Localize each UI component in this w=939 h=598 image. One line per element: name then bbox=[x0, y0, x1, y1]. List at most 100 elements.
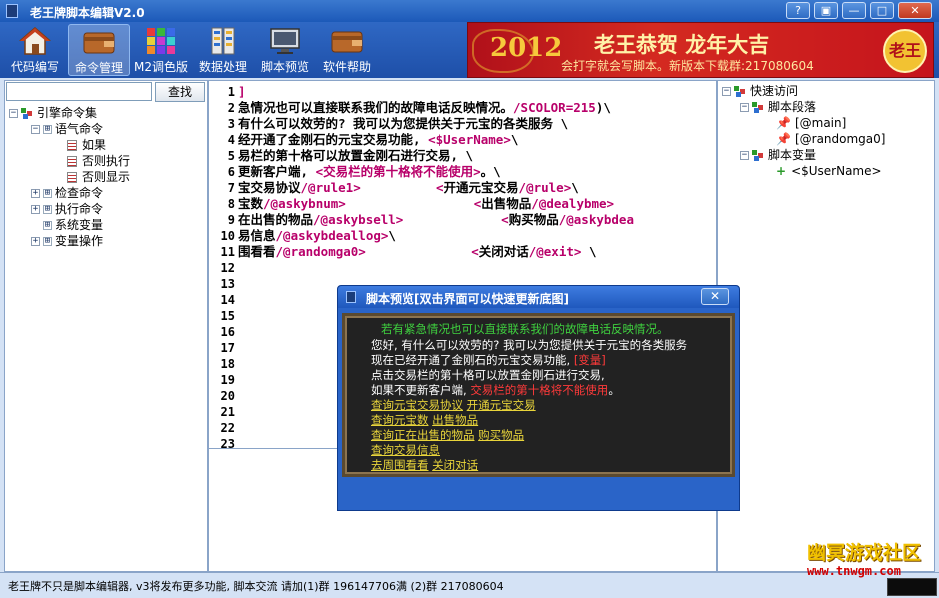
line-number: 20 bbox=[220, 389, 235, 403]
tree-node-label: 检查命令 bbox=[55, 186, 104, 200]
tool-m2-palette[interactable]: M2调色版 bbox=[130, 24, 192, 76]
collapse-toggle[interactable]: − bbox=[31, 125, 40, 134]
code-tag-token: /@askybdea bbox=[558, 212, 634, 227]
tree-node-system-vars[interactable]: ⊞ 系统变量 bbox=[43, 217, 103, 233]
tree-node-check-commands[interactable]: + ⊞ 检查命令 bbox=[31, 185, 103, 201]
expand-toggle[interactable]: + bbox=[31, 189, 40, 198]
search-input[interactable] bbox=[6, 82, 152, 101]
line-number: 13 bbox=[220, 277, 235, 291]
tree-node-label: 否则显示 bbox=[82, 170, 131, 184]
expand-toggle[interactable]: + bbox=[31, 237, 40, 246]
tool-software-help[interactable]: 软件帮助 bbox=[316, 24, 378, 76]
tree-node-script-variables[interactable]: − 脚本变量 bbox=[740, 147, 816, 163]
wallet-icon bbox=[83, 32, 115, 54]
collapse-toggle[interactable]: − bbox=[722, 87, 731, 96]
code-line[interactable]: 在出售的物品/@askybsell> <购买物品/@askybdea bbox=[238, 212, 716, 228]
code-text-token: 易信息 bbox=[238, 228, 276, 243]
preview-link[interactable]: 购买物品 bbox=[478, 428, 524, 442]
preview-title-bar[interactable]: 脚本预览[双击界面可以快速更新底图] ✕ bbox=[338, 286, 739, 308]
code-text-area[interactable]: ] 急情况也可以直接联系我们的故障电话反映情况。/SCOLOR=215)\ 有什么可… bbox=[238, 84, 716, 260]
preview-link[interactable]: 查询元宝交易协议 bbox=[371, 398, 463, 412]
preview-link[interactable]: 查询元宝数 bbox=[371, 413, 429, 427]
preview-line: 现在已经开通了金刚石的元宝交易功能, [变量] bbox=[371, 353, 606, 367]
code-tag-token: /@askybnum> bbox=[263, 196, 346, 211]
tool-data-processing[interactable]: 数据处理 bbox=[192, 24, 254, 76]
mini-mode-button[interactable]: ▣ bbox=[814, 2, 838, 19]
code-line[interactable]: 有什么可以效劳的? 我可以为您提供关于元宝的各类服务 \ bbox=[238, 116, 716, 132]
tree-node-label: 变量操作 bbox=[55, 234, 104, 248]
tree-node-script-sections[interactable]: − 脚本段落 bbox=[740, 99, 816, 115]
code-text-token: 开通元宝交易 bbox=[443, 180, 519, 195]
code-tag-token: <交易栏的第十格将不能使用> bbox=[315, 164, 481, 179]
tree-node-exec-commands[interactable]: + ⊞ 执行命令 bbox=[31, 201, 103, 217]
code-line[interactable]: 易信息/@askybdeallog>\ bbox=[238, 228, 716, 244]
code-line[interactable]: ] bbox=[238, 84, 716, 100]
line-number: 18 bbox=[220, 357, 235, 371]
preview-link[interactable]: 去周围看看 bbox=[371, 458, 429, 472]
code-tag-token: < bbox=[471, 244, 479, 259]
banner-headline: 老王恭贺 龙年大吉 bbox=[594, 32, 770, 57]
preview-title: 脚本预览[双击界面可以快速更新底图] bbox=[366, 292, 569, 306]
code-tag-token: /SCOLOR=215 bbox=[513, 100, 596, 115]
line-number: 12 bbox=[220, 261, 235, 275]
preview-render-area[interactable]: 若有紧急情况也可以直接联系我们的故障电话反映情况。 您好, 有什么可以效劳的? 我… bbox=[342, 313, 735, 477]
help-window-button[interactable]: ? bbox=[786, 2, 810, 19]
tree-node-else-execute[interactable]: 否则执行 bbox=[67, 153, 130, 169]
tree-node-label: 脚本变量 bbox=[768, 148, 817, 162]
collapse-toggle[interactable]: − bbox=[9, 109, 18, 118]
tree-node-label: [@randomga0] bbox=[794, 132, 886, 146]
minimize-button[interactable]: — bbox=[842, 2, 866, 19]
tree-node-if[interactable]: 如果 bbox=[67, 137, 106, 153]
expand-toggle[interactable]: + bbox=[31, 205, 40, 214]
tree-node-mood-commands[interactable]: − ⊞ 语气命令 bbox=[31, 121, 103, 137]
tree-node-else-show[interactable]: 否则显示 bbox=[67, 169, 130, 185]
preview-text: 。 bbox=[608, 383, 620, 397]
preview-close-button[interactable]: ✕ bbox=[701, 288, 729, 305]
tree-icon bbox=[752, 102, 764, 113]
search-button[interactable]: 查找 bbox=[155, 82, 205, 102]
line-number: 2 bbox=[227, 101, 235, 115]
tree-node-quick-access[interactable]: − 快速访问 bbox=[722, 83, 798, 99]
tree-node-var-ops[interactable]: + ⊞ 变量操作 bbox=[31, 233, 103, 249]
preview-link[interactable]: 出售物品 bbox=[432, 413, 478, 427]
tool-script-preview[interactable]: 脚本预览 bbox=[254, 24, 316, 76]
resize-grip[interactable] bbox=[887, 578, 937, 596]
code-line[interactable]: 围看看/@randomga0> <关闭对话/@exit> \ bbox=[238, 244, 716, 260]
code-line[interactable]: 易栏的第十格可以放置金刚石进行交易, \ bbox=[238, 148, 716, 164]
tree-node-label: 如果 bbox=[82, 138, 107, 152]
code-line[interactable]: 宝数/@askybnum> <出售物品/@dealybme> bbox=[238, 196, 716, 212]
tool-code-editing[interactable]: 代码编写 bbox=[4, 24, 66, 76]
tool-command-manage[interactable]: 命令管理 bbox=[68, 24, 130, 76]
preview-link[interactable]: 开通元宝交易 bbox=[467, 398, 536, 412]
preview-link[interactable]: 关闭对话 bbox=[432, 458, 478, 472]
collapse-toggle[interactable]: − bbox=[740, 151, 749, 160]
collapse-toggle[interactable]: − bbox=[740, 103, 749, 112]
tree-node-randomga0-section[interactable]: 📌 [@randomga0] bbox=[776, 131, 885, 147]
preview-line: 若有紧急情况也可以直接联系我们的故障电话反映情况。 bbox=[381, 322, 669, 336]
preview-link[interactable]: 查询正在出售的物品 bbox=[371, 428, 475, 442]
preview-text: 如果不更新客户端, bbox=[371, 383, 471, 397]
line-number-gutter: 1 2 3 4 5 6 7 8 9 10 11 12 13 14 15 16 17 18 19 20 21 22 23 bbox=[209, 84, 237, 452]
status-text: 老王牌不只是脚本编辑器, v3将发布更多功能, 脚本交流 请加(1)群 1961… bbox=[8, 580, 504, 593]
code-line[interactable]: 更新客户端, <交易栏的第十格将不能使用>。\ bbox=[238, 164, 716, 180]
code-tag-token: /@askybsell> bbox=[313, 212, 404, 227]
maximize-button[interactable]: □ bbox=[870, 2, 894, 19]
promo-banner[interactable]: 2012 老王恭贺 龙年大吉 会打字就会写脚本。新版本下载群:217080604… bbox=[467, 22, 934, 78]
code-line[interactable]: 宝交易协议/@rule1> <开通元宝交易/@rule>\ bbox=[238, 180, 716, 196]
preview-link[interactable]: 查询交易信息 bbox=[371, 443, 440, 457]
app-book-icon bbox=[346, 291, 356, 303]
code-line[interactable]: 急情况也可以直接联系我们的故障电话反映情况。/SCOLOR=215)\ bbox=[238, 100, 716, 116]
tree-node-engine-commands[interactable]: − 引擎命令集 bbox=[9, 105, 97, 121]
line-number: 4 bbox=[227, 133, 235, 147]
tree-node-main-section[interactable]: 📌 [@main] bbox=[776, 115, 846, 131]
code-tag-token: /@askybdeallog> bbox=[275, 228, 389, 243]
tree-node-username-var[interactable]: + <$UserName> bbox=[776, 163, 882, 179]
pin-icon: 📌 bbox=[776, 116, 791, 130]
code-line[interactable]: 经开通了金刚石的元宝交易功能, <$UserName>\ bbox=[238, 132, 716, 148]
close-button[interactable]: ✕ bbox=[898, 2, 932, 19]
code-tag-token: < bbox=[436, 180, 444, 195]
line-number: 11 bbox=[220, 245, 235, 259]
script-preview-dialog[interactable]: 脚本预览[双击界面可以快速更新底图] ✕ 若有紧急情况也可以直接联系我们的故障电… bbox=[337, 285, 740, 511]
